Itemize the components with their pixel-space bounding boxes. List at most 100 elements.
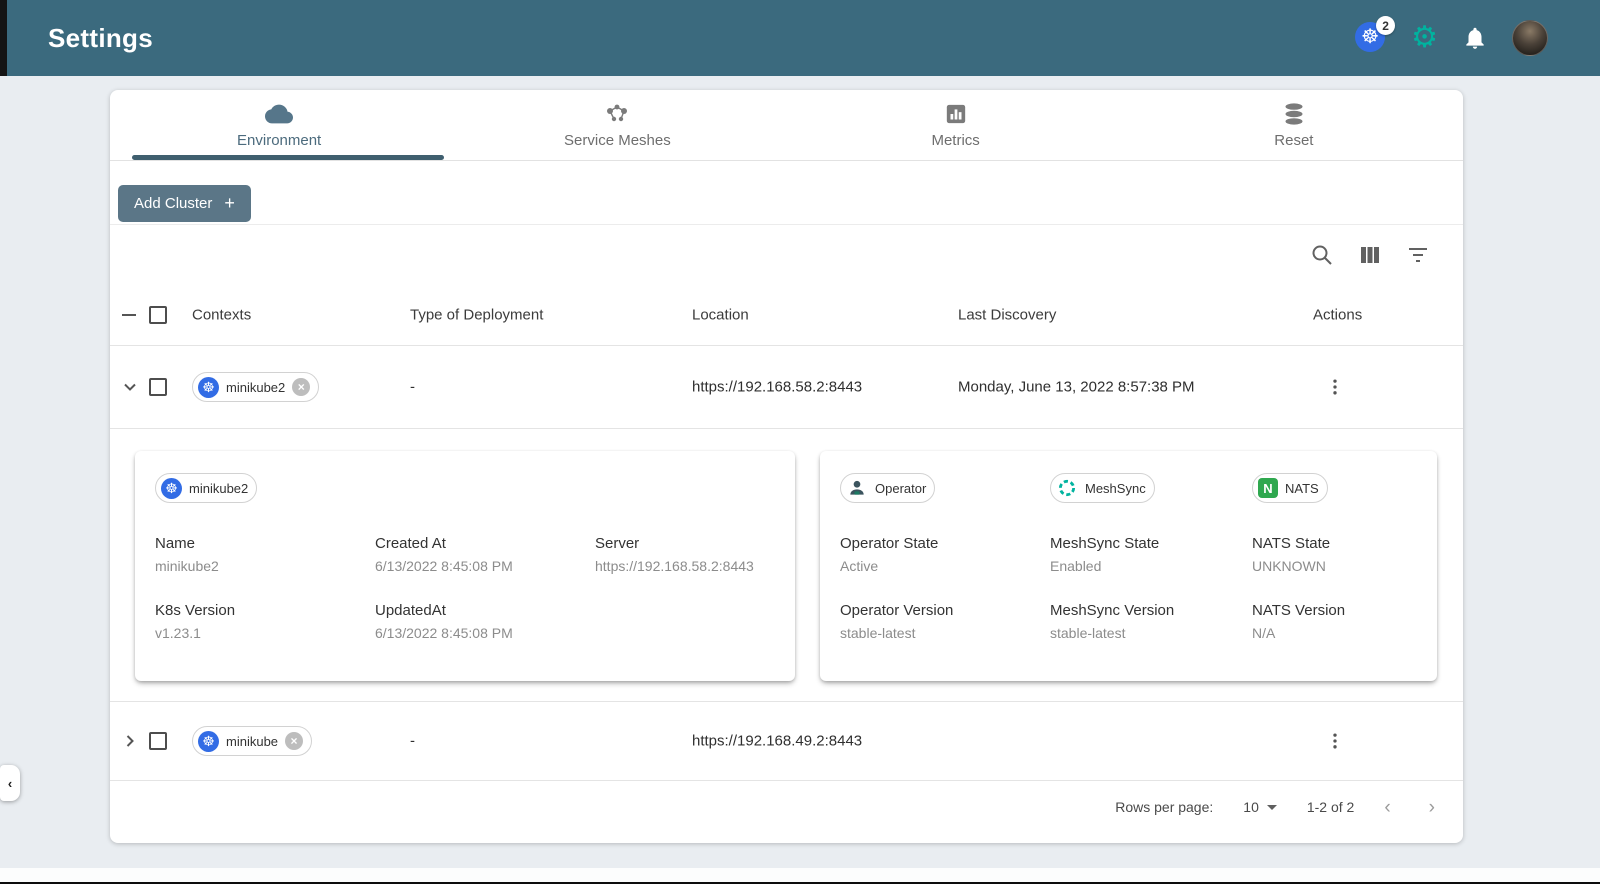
column-header-actions: Actions <box>1313 306 1363 324</box>
field-label: MeshSync Version <box>1050 602 1175 619</box>
tab-metrics-label: Metrics <box>931 132 980 149</box>
left-edge-strip <box>0 0 7 76</box>
column-header-last-discovery[interactable]: Last Discovery <box>958 307 1056 324</box>
row-detail-panel: ☸ minikube2 Name minikube2 Created At 6/… <box>110 428 1463 702</box>
location-value: https://192.168.58.2:8443 <box>692 378 863 396</box>
tab-environment[interactable]: Environment <box>110 90 448 160</box>
field-label: Name <box>155 535 196 552</box>
tab-metrics[interactable]: Metrics <box>787 90 1125 160</box>
page-title: Settings <box>48 22 153 53</box>
filter-icon[interactable] <box>1405 242 1431 268</box>
last-discovery-value: Monday, June 13, 2022 8:57:38 PM <box>958 378 1195 396</box>
field-label: Operator Version <box>840 602 954 619</box>
context-chip-label: minikube2 <box>226 379 286 395</box>
field-value: https://192.168.58.2:8443 <box>595 558 754 574</box>
kubernetes-icon: ☸ <box>198 730 219 752</box>
sidebar-expand-handle[interactable]: ‹ <box>0 765 20 801</box>
tab-service-meshes-label: Service Meshes <box>564 132 671 149</box>
next-page-icon[interactable]: › <box>1429 798 1435 817</box>
add-cluster-label: Add Cluster <box>134 195 213 212</box>
table-row-minikube2: ☸ minikube2 × - https://192.168.58.2:844… <box>110 345 1463 428</box>
nats-chip-label: NATS <box>1285 480 1319 496</box>
column-header-contexts[interactable]: Contexts <box>192 307 251 324</box>
field-value: minikube2 <box>155 558 219 574</box>
meshsync-chip-label: MeshSync <box>1085 480 1146 496</box>
collapse-all-icon[interactable] <box>122 314 136 316</box>
operator-detail-card: Operator MeshSync N NATS Operator State … <box>820 451 1437 681</box>
tab-reset-label: Reset <box>1274 132 1314 149</box>
nats-chip[interactable]: N NATS <box>1252 473 1328 503</box>
app-header: Settings ☸ 2 ⚙ <box>0 0 1600 76</box>
operator-chip-label: Operator <box>875 480 927 496</box>
row-actions-menu-icon[interactable] <box>1325 731 1345 751</box>
cluster-chip-label: minikube2 <box>189 480 249 496</box>
settings-panel: Environment Service Meshes Metrics Reset… <box>110 90 1463 843</box>
row-actions-menu-icon[interactable] <box>1325 377 1345 397</box>
field-operator-state: Operator State Active <box>840 535 1050 574</box>
add-cluster-section: Add Cluster + <box>110 161 1463 225</box>
kubernetes-contexts-button[interactable]: ☸ 2 <box>1355 16 1396 54</box>
search-icon[interactable] <box>1309 242 1335 268</box>
remove-context-icon[interactable]: × <box>292 378 311 396</box>
field-label: NATS State <box>1252 535 1331 552</box>
operator-person-icon <box>846 477 868 499</box>
expand-row-icon[interactable] <box>122 733 138 749</box>
table-row-minikube: ☸ minikube × - https://192.168.49.2:8443 <box>110 702 1463 780</box>
row-checkbox[interactable] <box>149 378 167 396</box>
tab-environment-label: Environment <box>237 132 322 149</box>
context-chip-minikube[interactable]: ☸ minikube × <box>192 726 313 756</box>
pagination-range: 1-2 of 2 <box>1306 799 1355 815</box>
kubernetes-context-count-badge: 2 <box>1376 16 1396 35</box>
table-pagination: Rows per page: 10 1-2 of 2 ‹ › <box>110 780 1463 843</box>
field-operator-version: Operator Version stable-latest <box>840 602 1050 641</box>
service-mesh-icon <box>604 101 630 127</box>
tab-service-meshes[interactable]: Service Meshes <box>448 90 786 160</box>
operator-chip[interactable]: Operator <box>840 473 936 503</box>
nats-icon: N <box>1258 478 1278 498</box>
deployment-type-value: - <box>410 732 415 750</box>
context-chip-minikube2[interactable]: ☸ minikube2 × <box>192 372 320 402</box>
settings-tabs: Environment Service Meshes Metrics Reset <box>110 90 1463 161</box>
meshsync-icon <box>1056 477 1078 499</box>
field-value: stable-latest <box>840 625 916 641</box>
tab-reset[interactable]: Reset <box>1125 90 1463 160</box>
field-value: 6/13/2022 8:45:08 PM <box>375 558 513 574</box>
user-avatar[interactable] <box>1512 20 1548 56</box>
active-tab-indicator <box>132 155 444 160</box>
row-checkbox[interactable] <box>149 732 167 750</box>
context-chip-label: minikube <box>226 733 279 749</box>
field-label: Operator State <box>840 535 939 552</box>
rows-per-page-select[interactable]: 10 <box>1243 799 1277 815</box>
field-meshsync-state: MeshSync State Enabled <box>1050 535 1252 574</box>
collapse-row-icon[interactable] <box>122 379 138 395</box>
operator-fields: Operator State Active MeshSync State Ena… <box>840 535 1417 641</box>
select-all-checkbox[interactable] <box>149 306 167 324</box>
rows-per-page-value: 10 <box>1243 799 1259 815</box>
add-cluster-button[interactable]: Add Cluster + <box>118 185 251 222</box>
settings-gear-icon[interactable]: ⚙ <box>1411 23 1438 53</box>
remove-context-icon[interactable]: × <box>285 732 304 750</box>
column-header-type[interactable]: Type of Deployment <box>410 307 543 324</box>
kubernetes-icon: ☸ <box>198 376 219 398</box>
bottom-strip <box>0 868 1600 882</box>
deployment-type-value: - <box>410 378 415 396</box>
cluster-detail-card: ☸ minikube2 Name minikube2 Created At 6/… <box>135 451 795 681</box>
field-value: N/A <box>1252 625 1276 641</box>
bar-chart-icon <box>945 101 967 127</box>
column-header-location[interactable]: Location <box>692 307 749 324</box>
field-label: MeshSync State <box>1050 535 1160 552</box>
kubernetes-icon: ☸ <box>161 477 182 499</box>
database-icon <box>1282 101 1306 127</box>
notifications-bell-icon[interactable] <box>1462 25 1488 51</box>
field-updated-at: UpdatedAt 6/13/2022 8:45:08 PM <box>375 602 595 641</box>
view-columns-icon[interactable] <box>1357 242 1383 268</box>
header-actions: ☸ 2 ⚙ <box>1355 0 1548 76</box>
field-value: stable-latest <box>1050 625 1126 641</box>
field-created-at: Created At 6/13/2022 8:45:08 PM <box>375 535 595 574</box>
previous-page-icon[interactable]: ‹ <box>1384 798 1390 817</box>
meshsync-chip[interactable]: MeshSync <box>1050 473 1155 503</box>
field-name: Name minikube2 <box>155 535 375 574</box>
cloud-icon <box>265 101 294 127</box>
field-k8s-version: K8s Version v1.23.1 <box>155 602 375 641</box>
field-label: Server <box>595 535 640 552</box>
